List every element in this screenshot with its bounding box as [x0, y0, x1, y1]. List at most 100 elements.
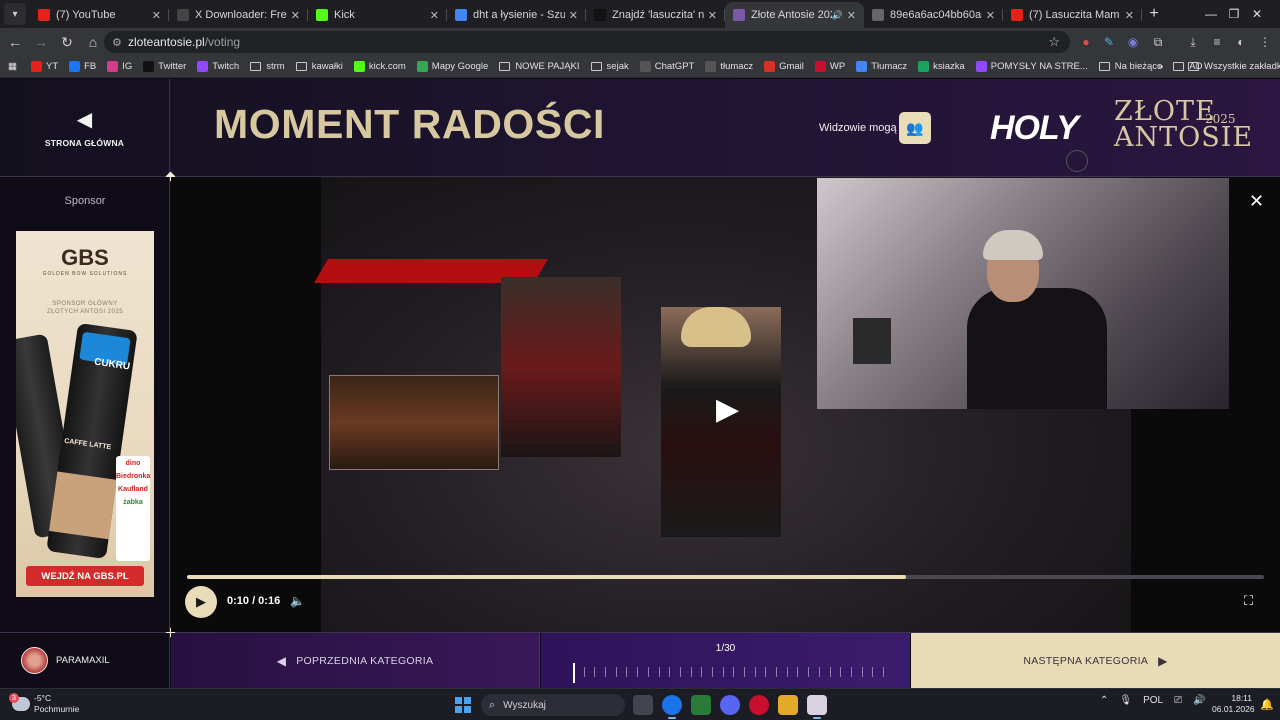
speaker-icon[interactable]: 🔊	[1193, 695, 1205, 706]
bookmark-item[interactable]: Mapy Google	[416, 61, 488, 72]
close-tab-icon[interactable]: ✕	[569, 9, 578, 22]
category-tick[interactable]	[818, 667, 820, 677]
bookmark-item[interactable]: Twitch	[197, 61, 239, 72]
bookmark-item[interactable]: Tłumacz	[856, 61, 907, 72]
play-overlay-icon[interactable]: ▶	[716, 392, 739, 427]
category-tick[interactable]	[776, 667, 778, 677]
progress-bar[interactable]	[187, 575, 1264, 579]
category-tick[interactable]	[786, 667, 788, 677]
bookmark-item[interactable]: kawałki	[295, 61, 343, 72]
network-icon[interactable]: ⎚	[1174, 695, 1182, 706]
sponsor-ad-banner[interactable]: GBS GOLDEN BOW SOLUTIONS SPONSOR GŁÓWNY …	[16, 231, 154, 597]
bookmark-item[interactable]: Gmail	[764, 61, 804, 72]
browser-tab[interactable]: (7) Lasuczita Mam dziś w ✕	[1003, 2, 1142, 28]
chevron-up-icon[interactable]: ⌃	[1100, 695, 1108, 706]
close-tab-icon[interactable]: ✕	[986, 9, 995, 22]
menu-kebab-icon[interactable]: ⋮	[1257, 34, 1273, 50]
task-view-icon[interactable]	[633, 695, 653, 715]
category-tick[interactable]	[733, 667, 735, 677]
category-tick[interactable]	[744, 667, 746, 677]
category-tick[interactable]	[840, 667, 842, 677]
next-category-button[interactable]: NASTĘPNA KATEGORIA ▶	[911, 633, 1280, 688]
reading-list-icon[interactable]: ≡	[1209, 34, 1225, 50]
browser-tab[interactable]: Znajdź 'lasuczita' na TikTo ✕	[586, 2, 725, 28]
new-tab-button[interactable]: +	[1142, 2, 1166, 26]
weather-widget[interactable]: 3 -5°C Pochmurnie	[9, 693, 79, 715]
category-tick[interactable]	[637, 667, 639, 677]
home-link[interactable]: ◀ STRONA GŁÓWNA	[0, 79, 170, 176]
bookmark-item[interactable]: strm	[250, 61, 285, 72]
bookmark-item[interactable]: kick.com	[353, 61, 406, 72]
category-tick[interactable]	[690, 667, 692, 677]
address-bar[interactable]: ⚙ zloteantosie.pl/voting ☆	[104, 31, 1070, 53]
category-tick[interactable]	[850, 667, 852, 677]
user-profile[interactable]: PARAMAXIL	[0, 633, 170, 688]
bookmark-item[interactable]: ksiazka	[918, 61, 965, 72]
home-icon[interactable]: ⌂	[80, 29, 106, 55]
zloteantosie-app-icon[interactable]	[807, 695, 827, 719]
downloads-icon[interactable]: ⤓	[1185, 34, 1201, 50]
close-window-button[interactable]: ✕	[1234, 0, 1280, 28]
bookmark-item[interactable]: Na bieżąco	[1098, 61, 1162, 72]
opera-icon[interactable]	[749, 695, 769, 715]
notification-bell-icon[interactable]: 🔔	[1260, 698, 1274, 711]
forward-icon[interactable]: →	[28, 29, 54, 55]
browser-tab[interactable]: X Downloader: Free Twitte ✕	[169, 2, 308, 28]
category-tick[interactable]	[797, 667, 799, 677]
file-explorer-icon[interactable]	[778, 695, 798, 715]
category-tick[interactable]	[872, 667, 874, 677]
category-tick[interactable]	[658, 667, 660, 677]
apps-grid-icon[interactable]: ▦	[8, 61, 17, 72]
category-tick[interactable]	[754, 667, 756, 677]
language-indicator[interactable]: POL	[1143, 695, 1163, 706]
bookmark-item[interactable]: WP	[814, 61, 845, 72]
previous-category-button[interactable]: ◀ POPRZEDNIA KATEGORIA	[171, 633, 540, 688]
microphone-icon[interactable]: 🎙	[1119, 695, 1132, 706]
category-tick[interactable]	[808, 667, 810, 677]
reload-icon[interactable]: ↻	[54, 29, 80, 55]
bookmark-item[interactable]: sejak	[590, 61, 629, 72]
close-tab-icon[interactable]: ✕	[291, 9, 300, 22]
clock[interactable]: 18:11 06.01.2026	[1212, 693, 1255, 715]
bookmark-item[interactable]: tłumacz	[705, 61, 753, 72]
bookmark-item[interactable]: IG	[107, 61, 132, 72]
profile-avatar-icon[interactable]: ◐	[1233, 34, 1249, 50]
bookmark-item[interactable]: YT	[30, 61, 58, 72]
tab-search-button[interactable]: ▾	[4, 3, 26, 25]
shield-browser-icon[interactable]	[691, 695, 711, 715]
volume-icon[interactable]: 🔈	[290, 594, 305, 608]
fullscreen-icon[interactable]: ⛶	[1244, 593, 1253, 609]
browser-tab[interactable]: 89e6a6ac04bb60a51f06b ✕	[864, 2, 1003, 28]
close-video-icon[interactable]: ✕	[1249, 191, 1264, 212]
record-extension-icon[interactable]: ●	[1078, 34, 1094, 50]
category-tick[interactable]	[605, 667, 607, 677]
category-tick[interactable]	[626, 667, 628, 677]
audio-playing-icon[interactable]: 🔊	[832, 10, 843, 21]
browser-tab[interactable]: Złote Antosie 2025 - 🔊 ✕	[725, 2, 864, 28]
browser-tab[interactable]: dht a łysienie - Szukaj w ✕	[447, 2, 586, 28]
extension-icon[interactable]: ✎	[1101, 34, 1117, 50]
discord-icon[interactable]	[720, 695, 740, 715]
category-tick[interactable]	[722, 667, 724, 677]
all-bookmarks-button[interactable]: Wszystkie zakładki	[1188, 61, 1280, 72]
bookmark-item[interactable]: ChatGPT	[639, 61, 694, 72]
extension-icon[interactable]: ◉	[1125, 34, 1141, 50]
category-tick[interactable]	[647, 667, 649, 677]
site-info-icon[interactable]: ⚙	[112, 36, 128, 49]
start-button[interactable]	[455, 697, 471, 713]
close-tab-icon[interactable]: ✕	[847, 9, 856, 22]
bookmark-item[interactable]: NOWE PAJĄKI	[499, 61, 580, 72]
category-tick[interactable]	[861, 667, 863, 677]
close-tab-icon[interactable]: ✕	[152, 9, 161, 22]
bookmark-item[interactable]: POMYSŁY NA STRE...	[975, 61, 1088, 72]
back-icon[interactable]: ←	[2, 29, 28, 55]
category-tick[interactable]	[883, 667, 884, 677]
video-player[interactable]: ▶ ✕ ▶ 0:10 / 0:16 🔈 ⛶	[171, 177, 1280, 632]
category-tick-current[interactable]	[573, 663, 575, 683]
taskbar-search[interactable]: ⌕ Wyszukaj	[481, 694, 625, 716]
category-tick[interactable]	[594, 667, 596, 677]
bookmark-star-icon[interactable]: ☆	[1048, 34, 1060, 50]
category-tick[interactable]	[679, 667, 681, 677]
category-tick[interactable]	[711, 667, 713, 677]
close-tab-icon[interactable]: ✕	[430, 9, 439, 22]
